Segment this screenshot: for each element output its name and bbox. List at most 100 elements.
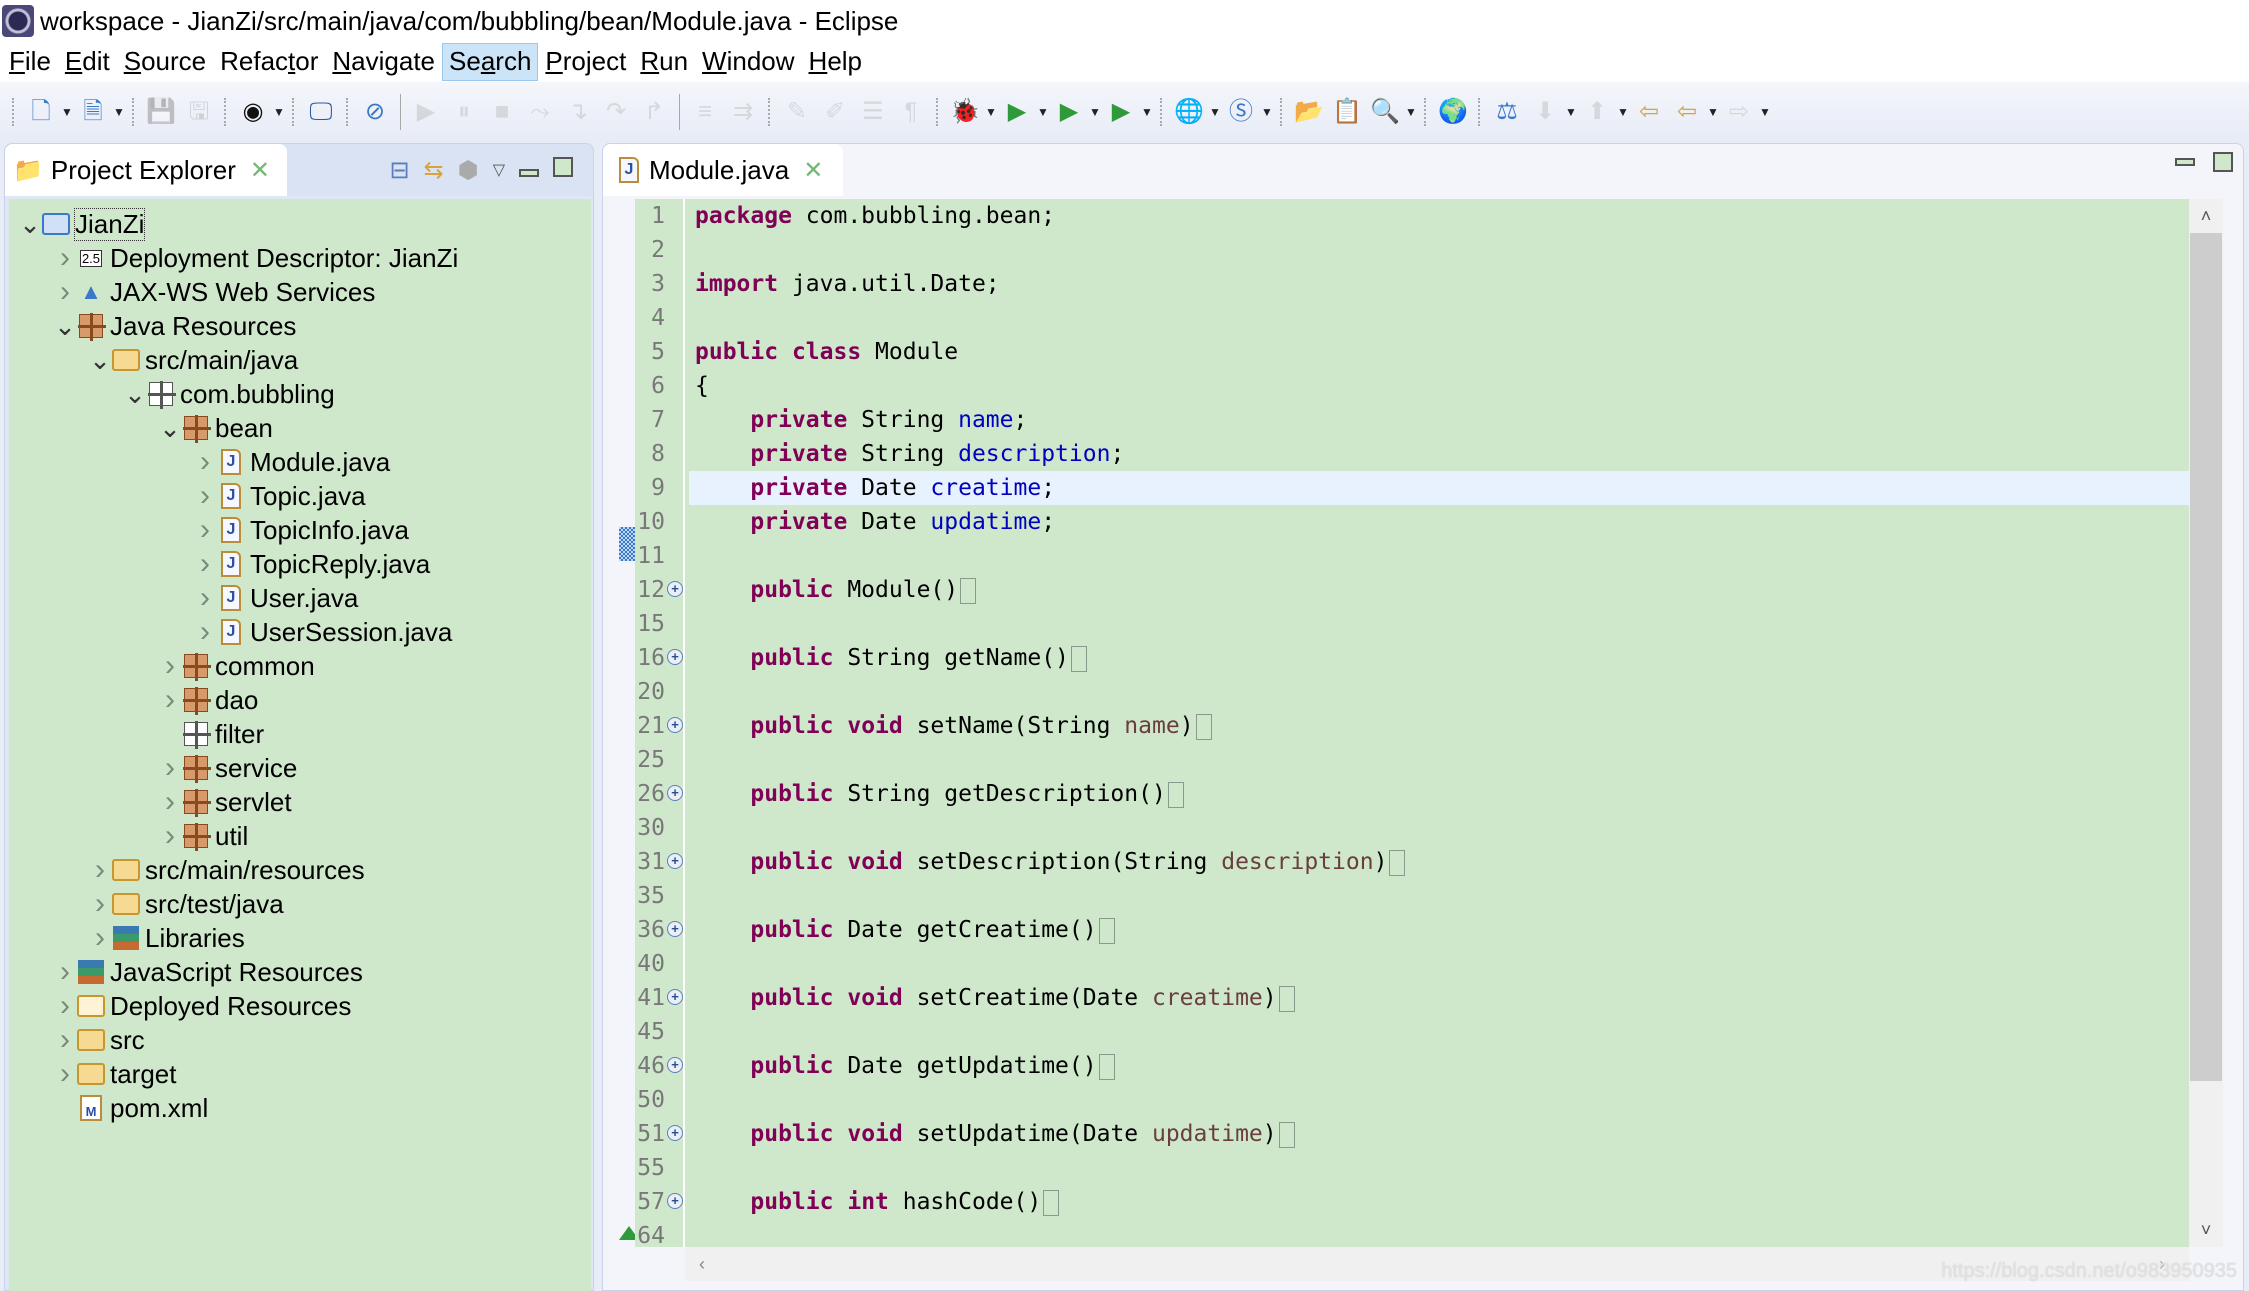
view-menu-icon[interactable]: ▽ [493, 160, 505, 180]
vertical-scrollbar[interactable]: ˄ ˅ [2189, 199, 2223, 1247]
tree-item[interactable]: Mpom.xml [54, 1091, 208, 1125]
code-line[interactable]: 25 [635, 743, 2189, 777]
collapse-all-icon[interactable]: ⊟ [390, 156, 410, 185]
tree-item[interactable]: › ▲ JAX-WS Web Services [54, 275, 375, 309]
dropdown-arrow-icon[interactable]: ▼ [1036, 95, 1050, 129]
menu-window[interactable]: Window [695, 43, 801, 81]
chevron-right-icon[interactable]: › [194, 513, 216, 547]
run-icon[interactable]: ▶ [1000, 95, 1034, 129]
dropdown-arrow-icon[interactable]: ▼ [1208, 95, 1222, 129]
new-server-icon[interactable]: 🌐 [1172, 95, 1206, 129]
tree-item[interactable]: › target [54, 1057, 177, 1091]
code-line[interactable]: 12 + public Module() [635, 573, 2189, 607]
code-line[interactable]: 15 [635, 607, 2189, 641]
code-line[interactable]: 1 package com.bubbling.bean; [635, 199, 2189, 233]
dropdown-arrow-icon[interactable]: ▼ [1404, 95, 1418, 129]
code-line[interactable]: 30 [635, 811, 2189, 845]
highlight-icon[interactable]: ✐ [818, 95, 852, 129]
menu-navigate[interactable]: Navigate [325, 43, 442, 81]
dropdown-arrow-icon[interactable]: ▼ [1088, 95, 1102, 129]
tab-module-java[interactable]: J Module.java ✕ [603, 144, 843, 196]
menu-source[interactable]: Source [117, 43, 213, 81]
chevron-right-icon[interactable]: › [159, 649, 181, 683]
open-type-icon[interactable]: 📂 [1292, 95, 1326, 129]
dropdown-arrow-icon[interactable]: ▼ [1616, 95, 1630, 129]
dropdown-arrow-icon[interactable]: ▼ [984, 95, 998, 129]
open-task-icon[interactable]: 📋 [1330, 95, 1364, 129]
chevron-right-icon[interactable]: › [194, 581, 216, 615]
debug-icon[interactable]: 🐞 [948, 95, 982, 129]
code-line[interactable]: 7 private String name; [635, 403, 2189, 437]
tree-item[interactable]: › Deployed Resources [54, 989, 351, 1023]
chevron-down-icon[interactable]: ⌄ [159, 413, 181, 444]
expand-fold-icon[interactable]: + [667, 717, 683, 733]
scroll-left-icon[interactable]: ‹ [685, 1247, 719, 1281]
tree-item[interactable]: ⌄ bean [159, 411, 273, 445]
tree-item[interactable]: ⌄ Java Resources [54, 309, 296, 343]
chevron-down-icon[interactable]: ⌄ [19, 209, 41, 240]
save-all-icon[interactable]: 🖫 [182, 95, 216, 129]
code-line[interactable]: 41 + public void setCreatime(Date creatim… [635, 981, 2189, 1015]
drop-to-frame-icon[interactable]: ≡ [688, 95, 722, 129]
code-line[interactable]: 40 [635, 947, 2189, 981]
chevron-right-icon[interactable]: › [54, 1057, 76, 1091]
dropdown-arrow-icon[interactable]: ▼ [1758, 95, 1772, 129]
code-line[interactable]: 31 + public void setDescription(String de… [635, 845, 2189, 879]
chevron-right-icon[interactable]: › [54, 1023, 76, 1057]
dropdown-arrow-icon[interactable]: ▼ [1260, 95, 1274, 129]
expand-fold-icon[interactable]: + [667, 853, 683, 869]
tree-item[interactable]: › src [54, 1023, 145, 1057]
code-line[interactable]: 2 [635, 233, 2189, 267]
code-line[interactable]: 50 [635, 1083, 2189, 1117]
code-line[interactable]: 11 [635, 539, 2189, 573]
code-line[interactable]: 16 + public String getName() [635, 641, 2189, 675]
tree-item[interactable]: › servlet [159, 785, 292, 819]
code-line[interactable]: 35 [635, 879, 2189, 913]
collapsed-code-indicator[interactable] [1195, 713, 1212, 740]
link-with-editor-icon[interactable]: ⇆ [424, 156, 444, 185]
close-icon[interactable]: ✕ [803, 156, 823, 185]
maximize-icon[interactable] [2213, 152, 2233, 172]
step-over-icon[interactable]: ↷ [599, 95, 633, 129]
chevron-down-icon[interactable]: ⌄ [89, 345, 111, 376]
close-icon[interactable]: ✕ [250, 156, 270, 185]
code-line[interactable]: 10 private Date updatime; [635, 505, 2189, 539]
skip-breakpoints-icon[interactable]: ⊘ [358, 95, 392, 129]
chevron-right-icon[interactable]: › [89, 887, 111, 921]
expand-fold-icon[interactable]: + [667, 1193, 683, 1209]
new-class-icon[interactable]: 🗎 [76, 95, 110, 129]
code-line[interactable]: 9 private Date creatime; [635, 471, 2189, 505]
collapsed-code-indicator[interactable] [1098, 1053, 1115, 1080]
console-icon[interactable]: 🖵 [304, 95, 338, 129]
block-selection-icon[interactable]: ☰ [856, 95, 890, 129]
menu-search[interactable]: Search [442, 43, 539, 81]
chevron-right-icon[interactable]: › [194, 479, 216, 513]
chevron-right-icon[interactable]: › [159, 683, 181, 717]
chevron-right-icon[interactable]: › [194, 445, 216, 479]
tree-item[interactable]: › util [159, 819, 248, 853]
collapsed-code-indicator[interactable] [1167, 781, 1184, 808]
user-icon[interactable]: ◉ [236, 95, 270, 129]
toggle-mark-occurrences-icon[interactable]: ✎ [780, 95, 814, 129]
scroll-thumb[interactable] [2190, 233, 2222, 1081]
next-annotation-icon[interactable]: ⬇ [1528, 95, 1562, 129]
code-line[interactable]: 64 [635, 1219, 2189, 1247]
chevron-right-icon[interactable]: › [54, 989, 76, 1023]
tree-item[interactable]: › J Module.java [194, 445, 390, 479]
code-line[interactable]: 45 [635, 1015, 2189, 1049]
dropdown-arrow-icon[interactable]: ▼ [1140, 95, 1154, 129]
expand-fold-icon[interactable]: + [667, 581, 683, 597]
menu-project[interactable]: Project [538, 43, 633, 81]
tree-item[interactable]: › J User.java [194, 581, 358, 615]
collapsed-code-indicator[interactable] [1070, 645, 1087, 672]
collapsed-code-indicator[interactable] [960, 577, 977, 604]
code-line[interactable]: 5 public class Module [635, 335, 2189, 369]
maximize-icon[interactable] [553, 156, 573, 184]
new-wizard-icon[interactable]: 🗋 [24, 95, 58, 129]
search-icon[interactable]: 🔍 [1368, 95, 1402, 129]
new-spring-icon[interactable]: Ⓢ [1224, 95, 1258, 129]
chevron-down-icon[interactable]: ⌄ [54, 311, 76, 342]
code-line[interactable]: 4 [635, 301, 2189, 335]
tree-item[interactable]: › dao [159, 683, 258, 717]
menu-edit[interactable]: Edit [58, 43, 117, 81]
